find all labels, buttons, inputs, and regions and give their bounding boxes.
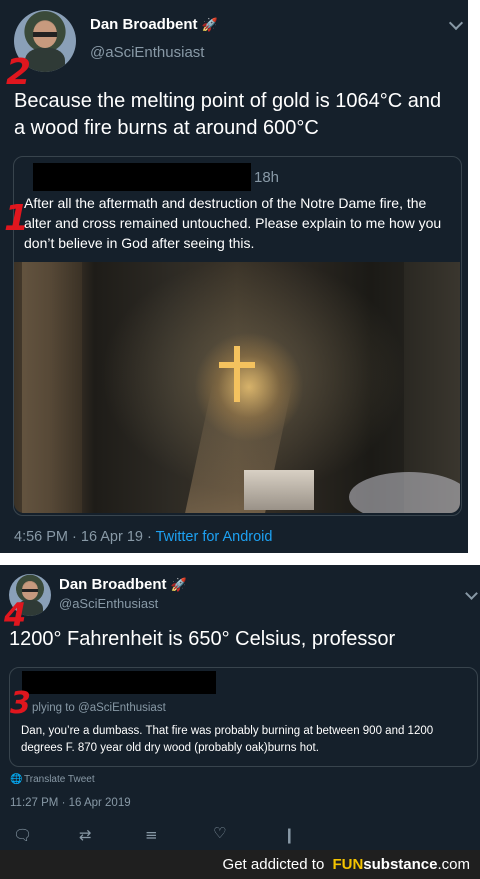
display-name[interactable]: Dan Broadbent 🚀: [90, 16, 218, 33]
handle[interactable]: @aSciEnthusiast: [90, 44, 204, 61]
redacted-author: [22, 671, 216, 694]
notre-dame-photo[interactable]: [14, 262, 460, 513]
display-name[interactable]: Dan Broadbent 🚀: [59, 576, 187, 593]
pillar-left: [22, 262, 82, 513]
tweet-text: 1200° Fahrenheit is 650° Celsius, profes…: [9, 628, 396, 650]
analytics-icon[interactable]: ❙: [283, 826, 296, 844]
tweet-meta: 4:56 PM · 16 Apr 19 · Twitter for Androi…: [14, 529, 273, 545]
cross-horizontal: [219, 362, 255, 368]
tweet-1: 2 Dan Broadbent 🚀 @aSciEnthusiast Becaus…: [0, 0, 468, 553]
annotation-2: 2: [6, 52, 32, 93]
handle[interactable]: @aSciEnthusiast: [59, 596, 158, 611]
divider: [0, 553, 480, 565]
like-icon[interactable]: ♡: [213, 824, 226, 842]
replying-to: plying to @aSciEnthusiast: [32, 702, 166, 714]
altar: [244, 470, 314, 510]
brand-fun: FUN: [332, 856, 364, 873]
chevron-down-icon[interactable]: [465, 587, 478, 600]
quoted-text: Dan, you’re a dumbass. That fire was pro…: [21, 725, 434, 754]
tweet-meta: 11:27 PM · 16 Apr 2019: [10, 797, 131, 809]
brand-tld: .com: [437, 856, 470, 873]
reply-icon[interactable]: 🗨: [13, 826, 32, 844]
globe-icon: 🌐: [10, 774, 23, 785]
divider: [468, 0, 480, 553]
rocket-icon: 🚀: [170, 577, 187, 592]
redacted-author: [33, 163, 251, 191]
rocket-icon: 🚀: [201, 17, 218, 32]
annotation-3: 3: [10, 686, 31, 721]
watermark-bar: Get addicted to FUNsubstance.com: [0, 850, 480, 879]
quoted-text: After all the aftermath and destruction …: [24, 195, 442, 251]
retweet-icon[interactable]: ⇄: [79, 826, 92, 844]
tweet-text: Because the melting point of gold is 106…: [14, 90, 442, 139]
quoted-time: 18h: [254, 169, 280, 186]
share-stack-icon[interactable]: ≡: [145, 826, 158, 844]
watermark-text: Get addicted to FUNsubstance.com: [222, 856, 470, 873]
chevron-down-icon[interactable]: [448, 15, 464, 31]
source-link[interactable]: Twitter for Android: [156, 529, 273, 545]
translate-tweet[interactable]: 🌐 Translate Tweet: [10, 774, 95, 785]
brand-substance: substance: [363, 856, 438, 873]
